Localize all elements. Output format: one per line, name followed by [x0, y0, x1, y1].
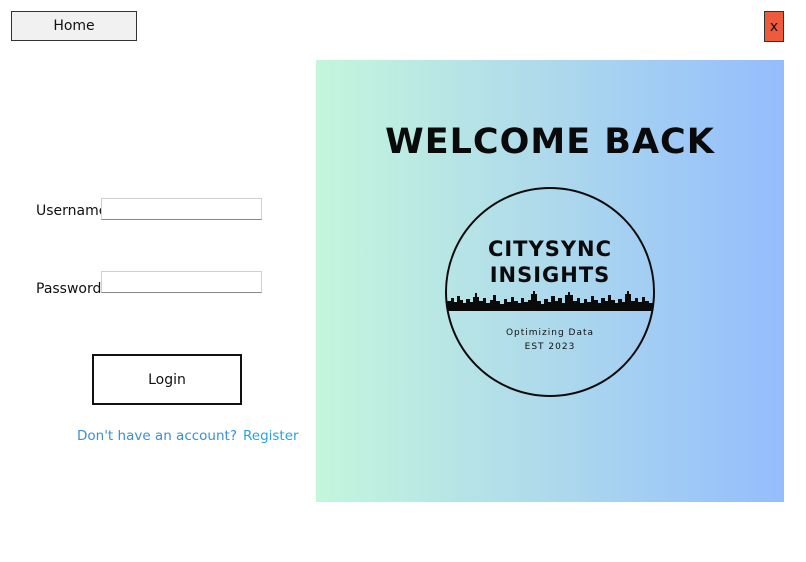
welcome-title: WELCOME BACK: [385, 122, 715, 162]
logo-tagline: Optimizing Data: [505, 328, 595, 338]
logo-name-line2: INSIGHTS: [489, 263, 611, 287]
username-input[interactable]: [101, 198, 262, 220]
register-link[interactable]: Register: [243, 428, 299, 444]
password-label: Password: [36, 281, 102, 297]
home-button[interactable]: Home: [11, 11, 137, 41]
login-button[interactable]: Login: [92, 354, 242, 405]
register-prompt: Don't have an account? Register: [77, 428, 299, 444]
logo-name-line1: CITYSYNC: [487, 237, 613, 261]
welcome-panel: WELCOME BACK CITYSYNC INSIGHTS Optimizin…: [316, 60, 784, 502]
skyline-icon: [447, 291, 653, 311]
password-input[interactable]: [101, 271, 262, 293]
close-button[interactable]: x: [764, 11, 784, 42]
username-label: Username: [36, 203, 108, 219]
logo-established: EST 2023: [524, 342, 576, 352]
register-prompt-text: Don't have an account?: [77, 428, 237, 444]
citysync-logo: CITYSYNC INSIGHTS Optimizing Data EST 20…: [445, 187, 655, 397]
